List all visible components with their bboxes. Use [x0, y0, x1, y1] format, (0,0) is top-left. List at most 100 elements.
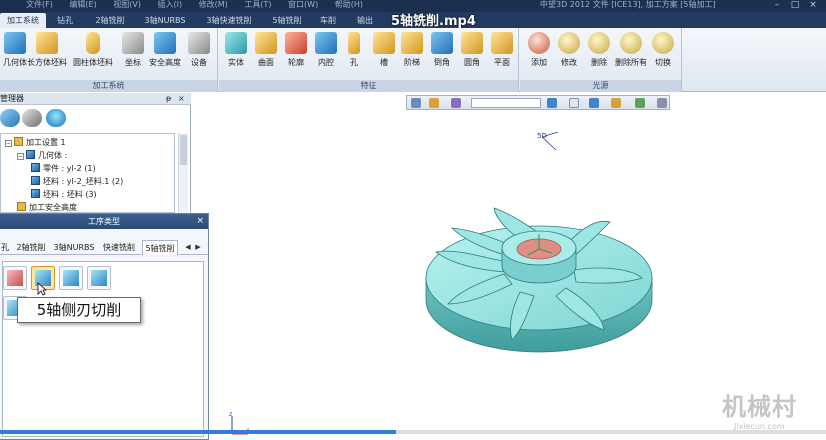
close-icon[interactable]: × — [178, 93, 185, 105]
menu-modify[interactable]: 修改(M) — [199, 0, 228, 9]
fillet-button[interactable]: 圆角 — [457, 30, 487, 76]
delete-all-lights-button[interactable]: 删除所有 — [615, 30, 647, 76]
operation-type-dialog: 工序类型 × 孔 2轴铣削 3轴NURBS 快速铣削 5轴铣削 ◀ ▶ — [0, 213, 209, 440]
menu-insert[interactable]: 插入(I) — [158, 0, 183, 9]
filter-icon[interactable] — [451, 98, 461, 108]
folder-icon — [17, 202, 26, 211]
menu-window[interactable]: 窗口(W) — [288, 0, 318, 9]
tab-prev-icon[interactable]: ◀ — [184, 240, 192, 255]
tab-drilling[interactable]: 钻孔 — [50, 13, 80, 28]
menu-view[interactable]: 视图(V) — [113, 0, 141, 9]
coordinate-button[interactable]: 坐标 — [118, 30, 148, 76]
pocket-button[interactable]: 内腔 — [311, 30, 341, 76]
box-stock-button[interactable]: 长方体坯料 — [27, 30, 67, 76]
coordinate-axes: z x — [229, 411, 250, 435]
machining-view-icon[interactable] — [0, 109, 20, 127]
tab-3axis-fast-milling[interactable]: 3轴快速铣削 — [198, 13, 260, 28]
tab-3axis-nurbs[interactable]: 3轴NURBS — [52, 240, 96, 255]
plane-icon — [491, 32, 513, 54]
op-5axis-contour[interactable] — [87, 266, 111, 290]
globe-icon[interactable] — [46, 109, 66, 127]
minimize-icon[interactable]: – — [770, 0, 784, 11]
tree-node[interactable]: − 加工设置 1 — [5, 136, 66, 149]
tab-turning[interactable]: 车削 — [314, 13, 342, 28]
equipment-icon — [188, 32, 210, 54]
video-progress-track[interactable] — [0, 430, 826, 434]
step-button[interactable]: 阶梯 — [397, 30, 427, 76]
chamfer-button[interactable]: 倒角 — [427, 30, 457, 76]
glasses-icon[interactable] — [22, 109, 42, 127]
delete-light-icon — [588, 32, 610, 54]
menu-help[interactable]: 帮助(H) — [335, 0, 363, 9]
slot-icon — [373, 32, 395, 54]
delete-all-lights-icon — [620, 32, 642, 54]
display-settings-icon[interactable] — [635, 98, 645, 108]
scrollbar-thumb[interactable] — [180, 135, 187, 165]
tree-toggle-icon[interactable]: − — [17, 153, 24, 160]
tree-node-label: 坯料 : yl-2_坯料.1 (2) — [43, 177, 124, 186]
tab-machining-system[interactable]: 加工系统 — [0, 13, 46, 28]
menu-tools[interactable]: 工具(T) — [244, 0, 271, 9]
slot-button[interactable]: 槽 — [369, 30, 399, 76]
op-5axis-swarf[interactable] — [3, 266, 27, 290]
tree-node-label: 加工设置 1 — [26, 138, 66, 147]
shaded-cube-icon[interactable] — [589, 98, 599, 108]
cube-view-icon[interactable] — [547, 98, 557, 108]
select-icon[interactable] — [411, 98, 421, 108]
menu-file[interactable]: 文件(F) — [26, 0, 53, 9]
tab-3axis-nurbs[interactable]: 3轴NURBS — [140, 13, 190, 28]
plane-button[interactable]: 平面 — [487, 30, 517, 76]
profile-icon — [285, 32, 307, 54]
tree-node[interactable]: − 几何体 : — [17, 149, 67, 162]
maximize-icon[interactable]: □ — [788, 0, 802, 11]
tab-hole[interactable]: 孔 — [0, 240, 10, 255]
tree-node-label: 坯料 : 坯料 (3) — [43, 190, 97, 199]
tree-node[interactable]: 坯料 : 坯料 (3) — [31, 188, 97, 201]
cylinder-stock-icon — [86, 32, 100, 54]
delete-light-button[interactable]: 删除 — [584, 30, 614, 76]
coordinate-icon — [122, 32, 144, 54]
view-filter-input[interactable] — [471, 98, 541, 108]
pin-icon[interactable]: ᵽ — [166, 93, 171, 105]
dialog-title-bar: 工序类型 × — [0, 214, 208, 229]
hole-button[interactable]: 孔 — [339, 30, 369, 76]
modify-light-button[interactable]: 修改 — [554, 30, 584, 76]
impeller-model[interactable] — [416, 200, 662, 370]
video-progress-fill — [0, 430, 397, 434]
tree-node-label: 零件 : yl-2 (1) — [43, 164, 96, 173]
chamfer-icon — [431, 32, 453, 54]
geometry-button[interactable]: 几何体 — [0, 30, 30, 76]
tree-toggle-icon[interactable]: − — [5, 140, 12, 147]
ribbon-group-light: 添加 修改 删除 删除所有 切换 光源 — [520, 28, 682, 92]
switch-light-button[interactable]: 切换 — [648, 30, 678, 76]
operation-tree: − 加工设置 1− 几何体 : 零件 : yl-2 (1) 坯料 : yl-2_坯料.1… — [0, 133, 175, 213]
tab-fast-milling[interactable]: 快速铣削 — [100, 240, 138, 255]
tree-scrollbar[interactable] — [178, 133, 188, 213]
more-options-icon[interactable] — [657, 98, 667, 108]
op-5axis-flowline[interactable] — [59, 266, 83, 290]
tab-next-icon[interactable]: ▶ — [194, 240, 202, 255]
cylinder-stock-button[interactable]: 圆柱体坯料 — [73, 30, 113, 76]
tab-5axis-milling[interactable]: 5轴铣削 — [142, 240, 178, 255]
wireframe-cube-icon[interactable] — [569, 98, 579, 108]
close-icon[interactable]: × — [196, 214, 204, 229]
tab-2axis-milling[interactable]: 2轴铣削 — [88, 13, 132, 28]
tree-node[interactable]: 坯料 : yl-2_坯料.1 (2) — [31, 175, 123, 188]
pencil-icon[interactable] — [429, 98, 439, 108]
solid-icon — [225, 32, 247, 54]
title-bar: 文件(F) 编辑(E) 视图(V) 插入(I) 修改(M) 工具(T) 窗口(W… — [0, 0, 826, 12]
add-light-button[interactable]: 添加 — [524, 30, 554, 76]
close-icon[interactable]: × — [806, 0, 820, 11]
tab-5axis-milling[interactable]: 5轴铣削 — [266, 13, 308, 28]
profile-button[interactable]: 轮廓 — [281, 30, 311, 76]
tab-output[interactable]: 输出 — [350, 13, 380, 28]
equipment-button[interactable]: 设备 — [184, 30, 214, 76]
solid-button[interactable]: 实体 — [221, 30, 251, 76]
render-mode-icon[interactable] — [611, 98, 621, 108]
tree-node[interactable]: 零件 : yl-2 (1) — [31, 162, 96, 175]
menu-edit[interactable]: 编辑(E) — [69, 0, 96, 9]
tab-2axis-milling[interactable]: 2轴铣削 — [14, 240, 48, 255]
safe-height-button[interactable]: 安全高度 — [149, 30, 181, 76]
surface-button[interactable]: 曲面 — [251, 30, 281, 76]
tree-node-label: 几何体 : — [38, 151, 68, 160]
